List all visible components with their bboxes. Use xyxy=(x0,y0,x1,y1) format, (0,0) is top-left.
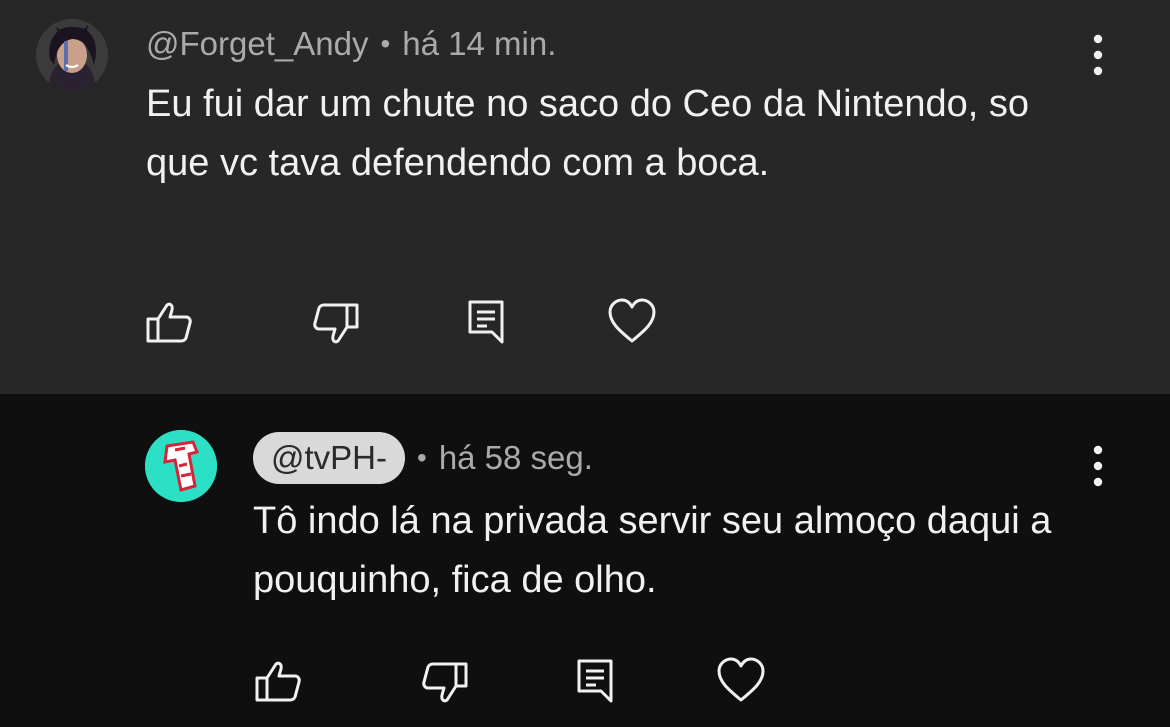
more-options-button[interactable] xyxy=(1083,30,1113,80)
avatar[interactable] xyxy=(145,430,217,502)
comment-text: Eu fui dar um chute no saco do Ceo da Ni… xyxy=(146,83,1029,184)
heart-icon xyxy=(717,657,765,702)
reply-meta: @tvPH- • há 58 seg. xyxy=(253,432,593,484)
dislike-button[interactable] xyxy=(310,297,362,349)
heart-button[interactable] xyxy=(715,654,767,706)
user-avatar-icon xyxy=(36,19,108,91)
reply-button[interactable] xyxy=(460,296,512,348)
like-icon xyxy=(255,661,301,702)
comment-card: @Forget_Andy • há 14 min. Eu fui dar um … xyxy=(0,0,1170,394)
more-options-button[interactable] xyxy=(1083,441,1113,491)
avatar[interactable] xyxy=(36,19,108,91)
like-button[interactable] xyxy=(252,656,304,708)
like-button[interactable] xyxy=(143,297,195,349)
reply-text: Tô indo lá na privada servir seu almoço … xyxy=(253,500,1052,601)
channel-avatar-icon xyxy=(145,430,217,502)
dislike-icon xyxy=(422,662,468,703)
heart-button[interactable] xyxy=(606,295,658,347)
author-name[interactable]: @Forget_Andy xyxy=(146,25,368,63)
timestamp[interactable]: há 58 seg. xyxy=(439,439,593,477)
reply-icon xyxy=(577,659,613,703)
more-vert-icon xyxy=(1093,34,1103,76)
more-vert-icon xyxy=(1093,445,1103,487)
comment-meta: @Forget_Andy • há 14 min. xyxy=(146,23,556,65)
like-icon xyxy=(146,302,192,343)
dislike-icon xyxy=(313,303,359,344)
reply-icon xyxy=(468,300,504,344)
meta-separator: • xyxy=(380,28,391,59)
meta-separator: • xyxy=(417,442,427,473)
author-name-highlighted[interactable]: @tvPH- xyxy=(253,432,405,484)
heart-icon xyxy=(608,298,656,343)
timestamp[interactable]: há 14 min. xyxy=(402,25,556,63)
dislike-button[interactable] xyxy=(419,656,471,708)
reply-button[interactable] xyxy=(569,655,621,707)
